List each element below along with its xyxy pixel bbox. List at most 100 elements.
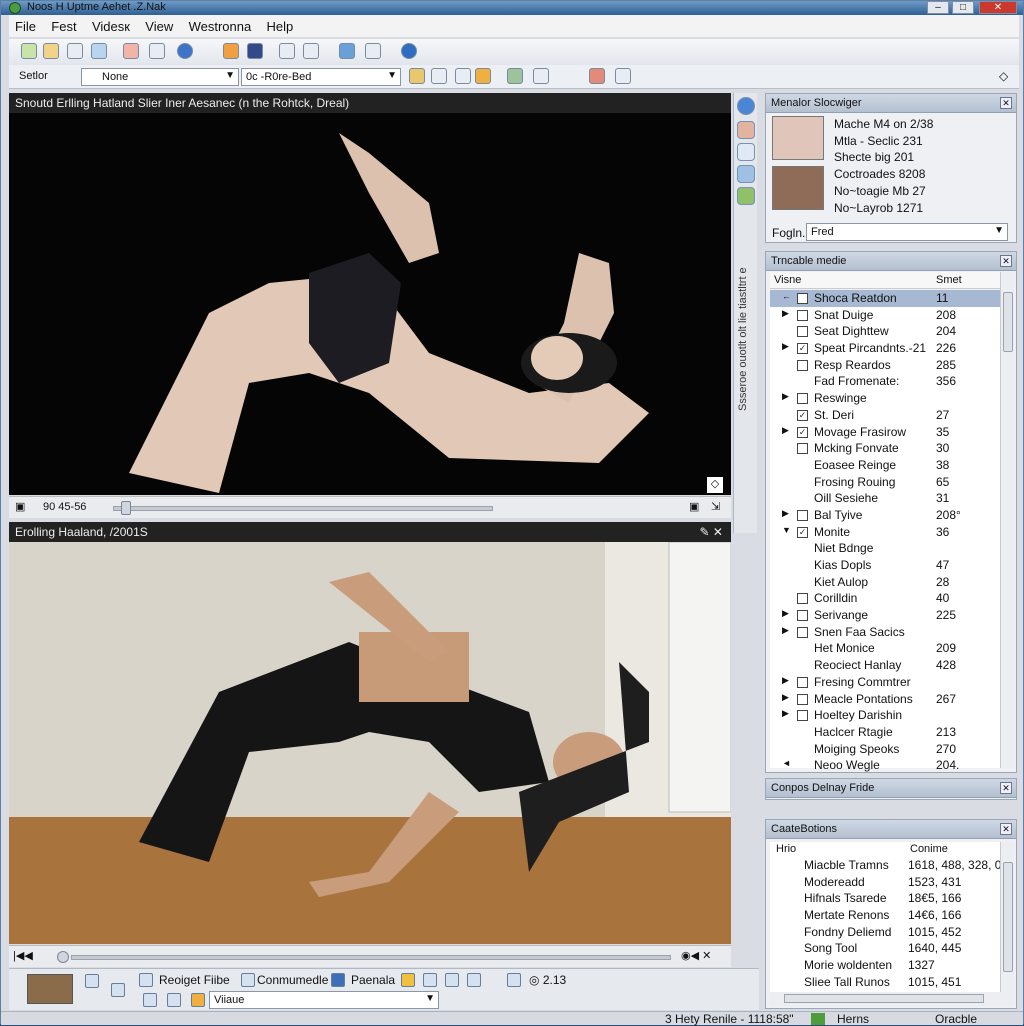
camera-icon[interactable]: ▣	[15, 500, 25, 513]
media-scrollbar[interactable]	[1000, 272, 1014, 768]
capture-row[interactable]: Fondny Deliemd 1015, 452	[770, 925, 1000, 942]
close-panel-icon[interactable]: ✕	[1000, 782, 1012, 794]
capture-row[interactable]: Mertate Renons 14€6, 166	[770, 908, 1000, 925]
top-seek-track[interactable]	[113, 506, 493, 511]
row-checkbox[interactable]	[797, 509, 808, 521]
help-circle-icon[interactable]	[401, 43, 417, 59]
menu-westronna[interactable]: Westronna	[183, 15, 258, 34]
close-panel-icon[interactable]: ✕	[1000, 255, 1012, 267]
filter-icon[interactable]	[149, 43, 165, 59]
media-row[interactable]: ▶ Reswinge	[770, 390, 1000, 407]
film-icon[interactable]	[247, 43, 263, 59]
media-row[interactable]: Fad Fromenate: 356	[770, 373, 1000, 390]
row-checkbox[interactable]: ✓	[797, 526, 808, 538]
row-checkbox[interactable]	[797, 293, 808, 304]
expand-toggle-icon[interactable]: ▶	[782, 625, 789, 636]
snapshot-icon[interactable]: ▣	[689, 500, 699, 513]
volume-icon[interactable]: ◉◀ ✕	[681, 949, 711, 962]
star-icon[interactable]	[223, 43, 239, 59]
document-icon[interactable]	[67, 43, 83, 59]
media-row[interactable]: Kiet Aulop 28	[770, 574, 1000, 591]
map-icon[interactable]	[339, 43, 355, 59]
menu-help[interactable]: Help	[261, 15, 300, 34]
chart-icon[interactable]	[507, 68, 523, 84]
link-icon[interactable]	[431, 68, 447, 84]
consumable-button[interactable]: Conmumedle	[257, 973, 328, 987]
arrow-down-icon[interactable]	[737, 165, 755, 183]
globe-icon[interactable]	[177, 43, 193, 59]
expand-toggle-icon[interactable]: ←	[782, 291, 791, 301]
row-checkbox[interactable]	[797, 626, 808, 638]
bottom-video-frame[interactable]	[9, 542, 731, 944]
loop-icon[interactable]	[467, 973, 481, 987]
media-row[interactable]: ▶ Snat Duige 208	[770, 307, 1000, 324]
arrow-icon[interactable]	[445, 973, 459, 987]
grid-icon[interactable]	[143, 993, 157, 1007]
lightning-icon[interactable]	[475, 68, 491, 84]
media-row[interactable]: Oill Sesiehe 31	[770, 490, 1000, 507]
media-row[interactable]: ▶ Snen Faa Sacics	[770, 624, 1000, 641]
frame-icon[interactable]	[303, 43, 319, 59]
row-checkbox[interactable]	[797, 710, 808, 722]
filter-select[interactable]: Fred ▼	[806, 223, 1008, 241]
expand-toggle-icon[interactable]: ▼	[782, 525, 791, 535]
row-checkbox[interactable]	[797, 593, 808, 605]
preview-thumbnail-image[interactable]	[27, 974, 73, 1004]
scroll-thumb[interactable]	[1003, 862, 1013, 972]
media-row[interactable]: ▶ Serivange 225	[770, 607, 1000, 624]
name-column-header[interactable]: Visne	[774, 274, 801, 286]
expand-toggle-icon[interactable]: ▶	[782, 692, 789, 703]
bottom-seek-track[interactable]	[71, 955, 671, 960]
page-icon[interactable]	[85, 974, 99, 988]
media-row[interactable]: ▶ ✓ Speat Pircandnts.-21 226	[770, 340, 1000, 357]
capture-hscrollbar[interactable]	[770, 992, 1014, 1006]
menu-video[interactable]: Videsк	[86, 15, 136, 34]
thumbnail-image[interactable]	[772, 116, 824, 160]
row-checkbox[interactable]	[797, 693, 808, 705]
row-checkbox[interactable]	[797, 326, 808, 338]
size-column-header[interactable]: Smet	[936, 274, 962, 286]
media-row[interactable]: Mcking Fonvate 30	[770, 440, 1000, 457]
expand-icon[interactable]: ⇲	[711, 500, 720, 513]
expand-toggle-icon[interactable]: ▶	[782, 508, 789, 519]
media-row[interactable]: ▶ Fresing Commtrer	[770, 674, 1000, 691]
bottom-seek-thumb[interactable]	[57, 951, 69, 963]
media-row[interactable]: Corilldin 40	[770, 590, 1000, 607]
compose-header[interactable]: Conpos Delnay Fride ✕	[766, 779, 1016, 798]
cut-icon[interactable]	[123, 43, 139, 59]
settings-diamond-icon[interactable]: ◇	[999, 69, 1008, 83]
capture-row[interactable]: Miacble Tramns 1618, 488, 328, 0	[770, 858, 1001, 875]
media-row[interactable]: Eoasee Reinge 38	[770, 457, 1000, 474]
top-seek-thumb[interactable]	[120, 501, 131, 515]
close-button[interactable]: ✕	[979, 1, 1017, 14]
fullscreen-icon[interactable]: ◇	[707, 477, 723, 493]
row-checkbox[interactable]	[797, 393, 808, 405]
flag-icon[interactable]	[615, 68, 631, 84]
capture-scrollbar[interactable]	[1000, 842, 1014, 992]
user-icon[interactable]	[533, 68, 549, 84]
media-row[interactable]: Frosing Rouing 65	[770, 474, 1000, 491]
row-checkbox[interactable]: ✓	[797, 409, 808, 421]
camera-icon[interactable]	[737, 143, 755, 161]
panels-button[interactable]: Paenala	[351, 973, 395, 987]
lips-icon[interactable]	[589, 68, 605, 84]
view-select[interactable]: Viiaue ▼	[209, 991, 439, 1009]
minimize-button[interactable]: –	[927, 1, 949, 14]
row-checkbox[interactable]: ✓	[797, 343, 808, 355]
project-file-button[interactable]: Reoiget Fiibe	[159, 973, 230, 987]
check-icon[interactable]	[737, 187, 755, 205]
row-checkbox[interactable]	[797, 359, 808, 371]
media-row[interactable]: Seat Dighttew 204	[770, 323, 1000, 340]
capture-row[interactable]: Modereadd 1523, 431	[770, 875, 1000, 892]
media-row[interactable]: ✓ St. Deri 27	[770, 407, 1000, 424]
expand-toggle-icon[interactable]: ▶	[782, 675, 789, 686]
scroll-thumb[interactable]	[784, 994, 984, 1003]
expand-toggle-icon[interactable]: ▶	[782, 708, 789, 719]
play-controls-icon[interactable]: |◀◀	[13, 949, 33, 962]
new-icon[interactable]	[21, 43, 37, 59]
media-row[interactable]: Reociect Hanlay 428	[770, 657, 1000, 674]
expand-toggle-icon[interactable]: ▶	[782, 308, 789, 319]
row-checkbox[interactable]	[797, 443, 808, 455]
image-icon[interactable]	[91, 43, 107, 59]
capture-row[interactable]: Hifnals Tsarede 18€5, 166	[770, 891, 1000, 908]
